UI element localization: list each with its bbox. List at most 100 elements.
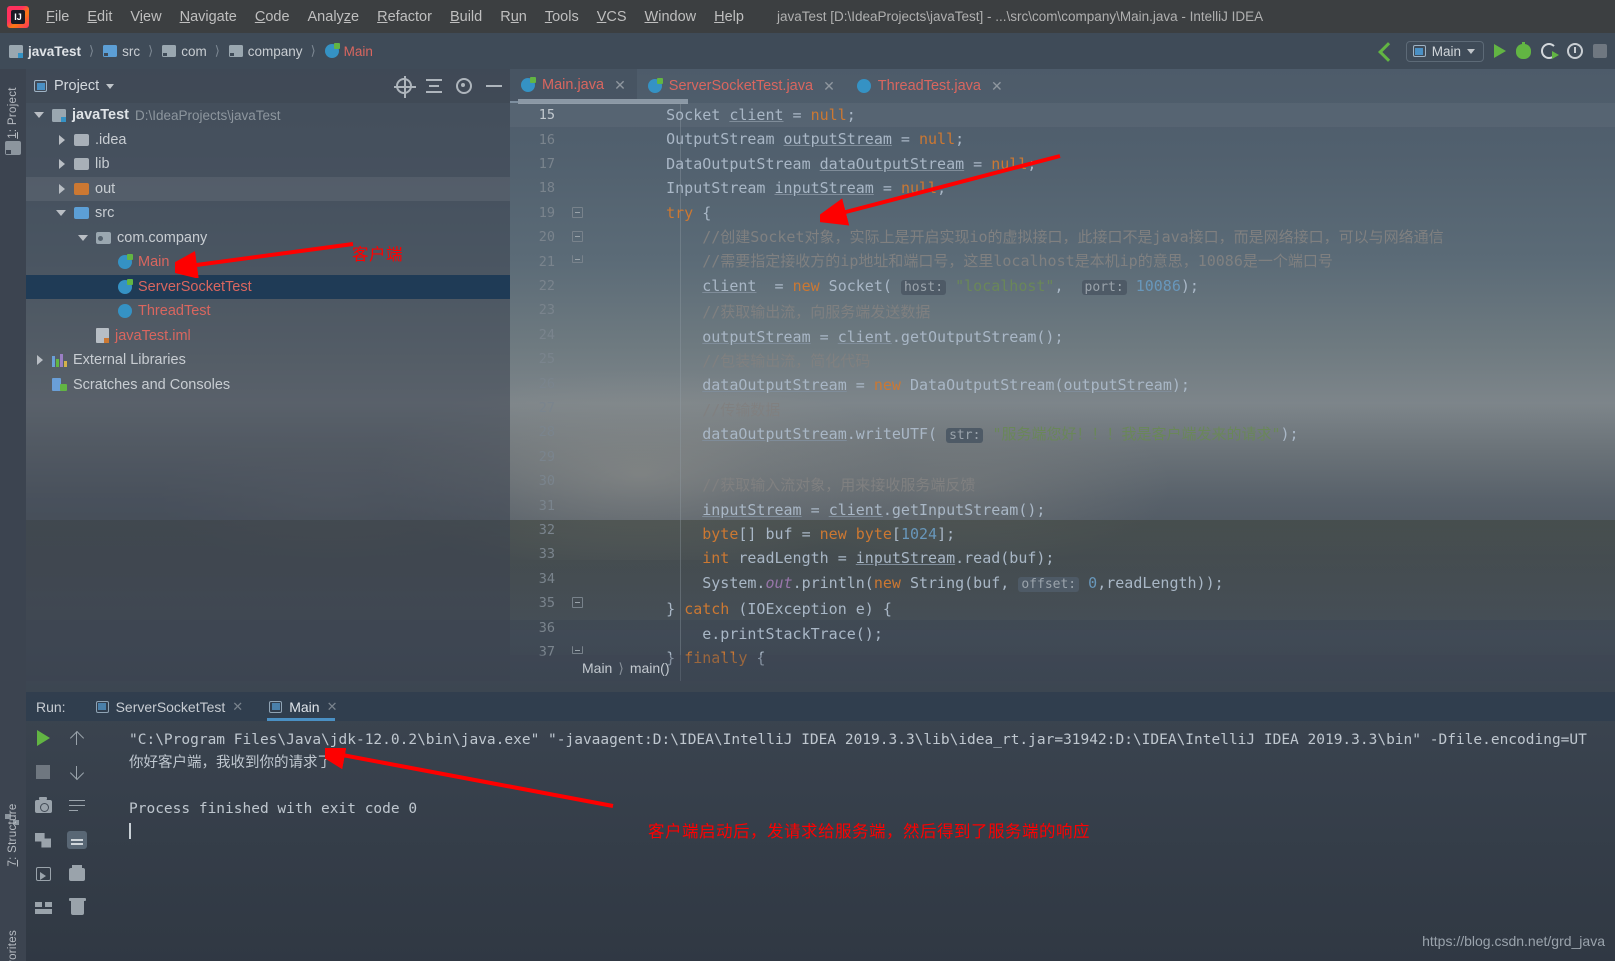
run-button-icon[interactable] xyxy=(1494,44,1506,58)
run-tab-serversockettest[interactable]: ServerSocketTest ✕ xyxy=(88,692,252,721)
breadcrumb-src[interactable]: src ⟩ xyxy=(100,43,159,59)
menu-analyze[interactable]: Analyze xyxy=(299,5,369,29)
gutter-line[interactable]: 32 xyxy=(510,518,630,542)
menu-edit[interactable]: Edit xyxy=(78,5,121,29)
gutter-line[interactable]: 30 xyxy=(510,469,630,493)
tree-item--idea[interactable]: .idea xyxy=(26,128,510,153)
menu-build[interactable]: Build xyxy=(441,5,491,29)
menu-run[interactable]: Run xyxy=(491,5,536,29)
gutter-line[interactable]: 31 xyxy=(510,493,630,517)
tree-item-external-libraries[interactable]: External Libraries xyxy=(26,348,510,373)
breadcrumb-main[interactable]: Main xyxy=(322,43,376,59)
menu-window[interactable]: Window xyxy=(636,5,706,29)
select-opened-file-icon[interactable] xyxy=(394,76,416,98)
prev-occurrence-button[interactable] xyxy=(60,721,94,755)
thread-dump-button[interactable] xyxy=(26,823,60,857)
code-fold-icon[interactable] xyxy=(572,255,583,264)
gutter-line[interactable]: 23 xyxy=(510,298,630,322)
gutter-line[interactable]: 18 xyxy=(510,176,630,200)
menu-file[interactable]: File xyxy=(37,5,78,29)
code-fold-icon[interactable] xyxy=(572,597,583,608)
gutter-line[interactable]: 27 xyxy=(510,396,630,420)
source-code[interactable]: Socket client = null; OutputStream outpu… xyxy=(630,103,1615,681)
next-occurrence-button[interactable] xyxy=(60,755,94,789)
menu-view[interactable]: View xyxy=(121,5,170,29)
menu-vcs[interactable]: VCS xyxy=(588,5,636,29)
hide-panel-icon[interactable] xyxy=(486,85,502,87)
tree-item-serversockettest[interactable]: ServerSocketTest xyxy=(26,274,510,299)
close-icon[interactable]: ✕ xyxy=(614,77,626,94)
gutter-line[interactable]: 20 xyxy=(510,225,630,249)
tree-item-com-company[interactable]: com.company xyxy=(26,226,510,251)
gutter-line[interactable]: 34 xyxy=(510,567,630,591)
stop-button[interactable] xyxy=(26,755,60,789)
code-fold-icon[interactable] xyxy=(572,206,583,218)
breadcrumb-com[interactable]: com ⟩ xyxy=(159,43,226,59)
gutter-line[interactable]: 19 xyxy=(510,201,630,225)
tree-expand-closed-icon[interactable] xyxy=(56,183,68,195)
stop-button-icon[interactable] xyxy=(1593,44,1607,58)
scroll-to-end-button[interactable] xyxy=(60,823,94,857)
editor-breadcrumb[interactable]: Main ⟩ main() xyxy=(510,655,1615,681)
layout-button[interactable] xyxy=(26,891,60,925)
gutter-line[interactable]: 28 xyxy=(510,420,630,444)
run-configuration-selector[interactable]: Main xyxy=(1405,40,1484,62)
tree-expand-open-icon[interactable] xyxy=(34,109,46,121)
project-window-icon[interactable] xyxy=(5,141,21,155)
gutter-line[interactable]: 16 xyxy=(510,127,630,151)
tree-item-javatest-iml[interactable]: javaTest.iml xyxy=(26,324,510,349)
gutter-line[interactable]: 21 xyxy=(510,249,630,273)
rerun-button[interactable] xyxy=(26,721,60,755)
snapshot-button[interactable] xyxy=(26,789,60,823)
tree-item-javatest[interactable]: javaTest D:\IdeaProjects\javaTest xyxy=(26,103,510,128)
clear-all-button[interactable] xyxy=(60,891,94,925)
tree-expand-open-icon[interactable] xyxy=(56,207,68,219)
tree-expand-closed-icon[interactable] xyxy=(56,134,68,146)
close-icon[interactable]: ✕ xyxy=(991,78,1003,95)
close-icon[interactable]: ✕ xyxy=(327,699,338,715)
gutter-line[interactable]: 22 xyxy=(510,274,630,298)
gutter-line[interactable]: 36 xyxy=(510,615,630,639)
gutter-line[interactable]: 17 xyxy=(510,152,630,176)
debug-button-icon[interactable] xyxy=(1516,41,1531,59)
soft-wrap-button[interactable] xyxy=(60,789,94,823)
menu-refactor[interactable]: Refactor xyxy=(368,5,441,29)
export-button[interactable] xyxy=(26,857,60,891)
code-editor[interactable]: 15 16 17 18 19 20 21 22 23 24 25 26 27 28 29 30 31 32 33 34… xyxy=(510,99,1615,681)
gear-icon[interactable] xyxy=(456,78,472,94)
gutter-line[interactable]: 33 xyxy=(510,542,630,566)
close-icon[interactable]: ✕ xyxy=(823,78,835,95)
tool-tab-project[interactable]: 1: Project xyxy=(7,83,19,143)
collapse-all-icon[interactable] xyxy=(426,79,442,93)
code-fold-icon[interactable] xyxy=(572,231,583,242)
run-tab-main[interactable]: Main ✕ xyxy=(261,692,345,721)
tree-expand-closed-icon[interactable] xyxy=(56,158,68,170)
gutter-line[interactable]: 25 xyxy=(510,347,630,371)
menu-help[interactable]: Help xyxy=(705,5,753,29)
gutter-line[interactable]: 26 xyxy=(510,371,630,395)
tree-item-threadtest[interactable]: ThreadTest xyxy=(26,299,510,324)
print-button[interactable] xyxy=(60,857,94,891)
breadcrumb-javaTest[interactable]: javaTest ⟩ xyxy=(6,43,100,59)
tool-tab-structure[interactable]: 7: Structure xyxy=(7,798,19,872)
editor-tab-main[interactable]: Main.java ✕ xyxy=(510,69,637,103)
editor-tab-serversockettest[interactable]: ServerSocketTest.java ✕ xyxy=(637,69,846,103)
tool-tab-favorites[interactable]: Favorites xyxy=(7,920,19,961)
chevron-down-icon[interactable] xyxy=(106,83,115,89)
code-fold-icon[interactable] xyxy=(572,645,583,654)
update-project-icon[interactable] xyxy=(1378,42,1396,60)
menu-navigate[interactable]: Navigate xyxy=(171,5,246,29)
menu-tools[interactable]: Tools xyxy=(536,5,588,29)
tree-item-lib[interactable]: lib xyxy=(26,152,510,177)
tree-item-scratches-and-consoles[interactable]: Scratches and Consoles xyxy=(26,373,510,398)
tree-expand-closed-icon[interactable] xyxy=(34,354,46,366)
tree-expand-open-icon[interactable] xyxy=(78,232,90,244)
close-icon[interactable]: ✕ xyxy=(232,699,243,715)
breadcrumb-company[interactable]: company ⟩ xyxy=(226,43,322,59)
tree-item-main[interactable]: Main xyxy=(26,250,510,275)
profiler-icon[interactable] xyxy=(1567,43,1583,59)
gutter-line[interactable]: 24 xyxy=(510,323,630,347)
editor-tab-threadtest[interactable]: ThreadTest.java ✕ xyxy=(846,69,1014,103)
gutter-line[interactable]: 29 xyxy=(510,445,630,469)
tree-item-src[interactable]: src xyxy=(26,201,510,226)
